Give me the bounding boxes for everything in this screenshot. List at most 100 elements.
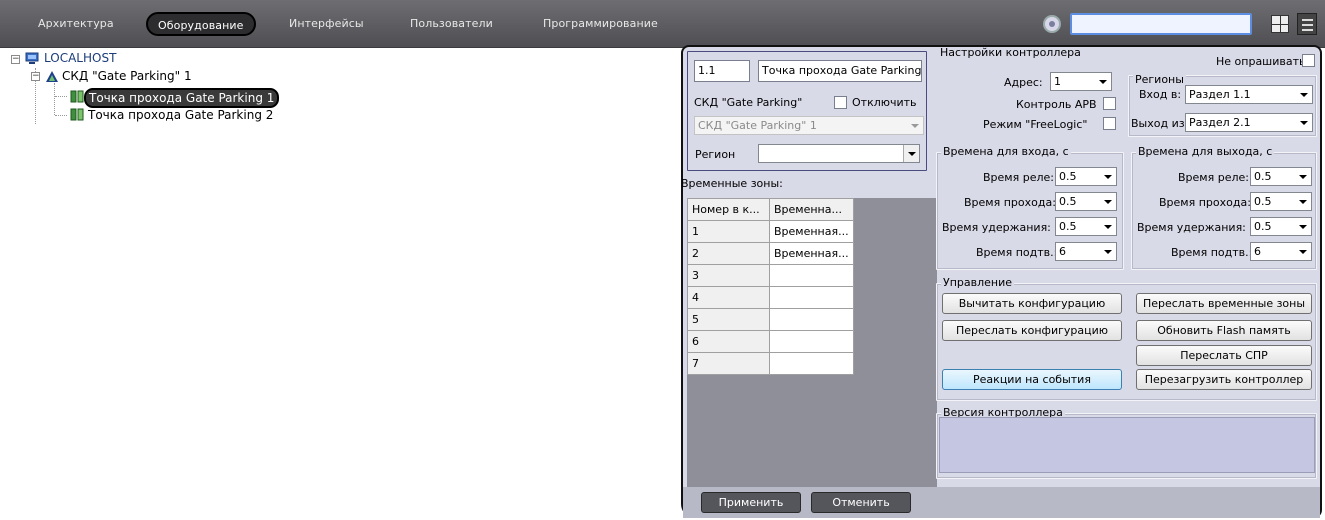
exit-hold-label: Время удержания: xyxy=(1137,221,1246,234)
apply-button[interactable]: Применить xyxy=(701,492,801,513)
settings-panel: 1.1 Точка прохода Gate Parking 1 СКД "Ga… xyxy=(681,45,1322,518)
control-title: Управление xyxy=(941,276,1015,289)
address-label: Адрес: xyxy=(1004,76,1043,89)
exit-times-title: Времена для выхода, с xyxy=(1136,145,1275,158)
send-config-button[interactable]: Переслать конфигурацию xyxy=(942,320,1122,341)
entry-relay-select[interactable]: 0.5 xyxy=(1055,167,1117,186)
collapse-root-icon[interactable]: − xyxy=(11,55,20,64)
entry-pass-label: Время прохода: xyxy=(964,196,1056,209)
settings-icon[interactable] xyxy=(1043,15,1061,33)
zone-value[interactable] xyxy=(769,330,854,353)
entry-hold-label: Время удержания: xyxy=(942,221,1051,234)
footer-bar: Применить Отменить xyxy=(683,487,1320,518)
apb-label: Контроль APB xyxy=(1016,98,1097,111)
menu-item-programming[interactable]: Программирование xyxy=(543,12,658,36)
zone-number: 7 xyxy=(687,352,770,375)
exit-pass-select[interactable]: 0.5 xyxy=(1250,192,1312,211)
point-name-field[interactable]: Точка прохода Gate Parking 1 xyxy=(758,60,922,82)
skd-select[interactable]: СКД "Gate Parking" 1 xyxy=(694,116,924,135)
disable-label: Отключить xyxy=(852,96,917,109)
collapse-controller-icon[interactable]: − xyxy=(31,72,40,81)
table-row[interactable]: 3 xyxy=(687,264,854,287)
region-select[interactable] xyxy=(758,144,920,163)
list-view-icon[interactable] xyxy=(1297,13,1317,35)
entry-region-select[interactable]: Раздел 1.1 xyxy=(1185,85,1313,104)
exit-confirm-select[interactable]: 6 xyxy=(1250,242,1312,261)
table-row[interactable]: 6 xyxy=(687,330,854,353)
exit-relay-label: Время реле: xyxy=(1178,171,1249,184)
tree-node-point-1[interactable]: Точка прохода Gate Parking 1 xyxy=(84,88,280,108)
access-point-icon xyxy=(70,108,84,121)
freelogic-label: Режим "FreeLogic" xyxy=(983,118,1088,131)
tree-node-point-2[interactable]: Точка прохода Gate Parking 2 xyxy=(88,107,273,124)
entry-relay-label: Время реле: xyxy=(983,171,1054,184)
apb-checkbox[interactable] xyxy=(1103,97,1116,110)
zone-value[interactable]: Временная... xyxy=(769,220,854,243)
address-select[interactable]: 1 xyxy=(1050,72,1112,91)
exit-pass-label: Время прохода: xyxy=(1159,196,1251,209)
exit-region-select[interactable]: Раздел 2.1 xyxy=(1185,113,1313,132)
regions-title: Регионы xyxy=(1133,73,1186,86)
entry-confirm-label: Время подтв.: xyxy=(976,246,1058,259)
entry-pass-select[interactable]: 0.5 xyxy=(1055,192,1117,211)
table-row[interactable]: 5 xyxy=(687,308,854,331)
reboot-controller-button[interactable]: Перезагрузить контроллер xyxy=(1136,369,1312,390)
event-reactions-button[interactable]: Реакции на события xyxy=(942,369,1122,390)
read-config-button[interactable]: Вычитать конфигурацию xyxy=(942,293,1122,314)
computer-icon xyxy=(25,52,39,64)
freelogic-checkbox[interactable] xyxy=(1103,117,1116,130)
entry-confirm-select[interactable]: 6 xyxy=(1055,242,1117,261)
zone-number: 5 xyxy=(687,308,770,331)
table-row[interactable]: 2 Временная... xyxy=(687,242,854,265)
zones-table: Номер в к... Временна... 1 Временная... 2… xyxy=(687,198,854,375)
zones-header-zone[interactable]: Временна... xyxy=(769,198,854,221)
table-row[interactable]: 7 xyxy=(687,352,854,375)
zone-value[interactable]: Временная... xyxy=(769,242,854,265)
grid-view-icon[interactable] xyxy=(1271,15,1289,33)
tree-node-localhost[interactable]: LOCALHOST xyxy=(44,50,116,67)
entry-region-label: Вход в: xyxy=(1139,88,1182,101)
exit-hold-select[interactable]: 0.5 xyxy=(1250,217,1312,236)
cancel-button[interactable]: Отменить xyxy=(811,492,911,513)
disable-checkbox[interactable] xyxy=(834,96,847,109)
send-zones-button[interactable]: Переслать временные зоны xyxy=(1136,293,1312,314)
region-label: Регион xyxy=(695,148,736,161)
zone-value[interactable] xyxy=(769,352,854,375)
zone-number: 3 xyxy=(687,264,770,287)
point-id-field[interactable]: 1.1 xyxy=(694,60,750,82)
zone-number: 1 xyxy=(687,220,770,243)
update-flash-button[interactable]: Обновить Flash память xyxy=(1136,320,1312,341)
no-poll-checkbox[interactable] xyxy=(1302,54,1315,67)
skd-controller-icon xyxy=(46,71,58,82)
equipment-tree: − LOCALHOST − СКД "Gate Parking" 1 Точка… xyxy=(8,50,678,520)
search-input[interactable] xyxy=(1070,13,1252,35)
menu-item-interfaces[interactable]: Интерфейсы xyxy=(289,12,364,36)
access-point-icon xyxy=(70,90,84,103)
send-spr-button[interactable]: Переслать СПР xyxy=(1136,345,1312,366)
controller-settings-title: Настройки контроллера xyxy=(940,46,1081,59)
zone-number: 2 xyxy=(687,242,770,265)
no-poll-label: Не опрашивать xyxy=(1216,55,1306,68)
menu-item-architecture[interactable]: Архитектура xyxy=(38,12,114,36)
tree-node-controller[interactable]: СКД "Gate Parking" 1 xyxy=(62,68,192,85)
table-row[interactable]: 4 xyxy=(687,286,854,309)
menu-bar: Архитектура Оборудование Интерфейсы Поль… xyxy=(0,0,1325,48)
exit-confirm-label: Время подтв.: xyxy=(1171,246,1253,259)
zone-value[interactable] xyxy=(769,308,854,331)
zones-table-area: Номер в к... Временна... 1 Временная... 2… xyxy=(687,198,937,488)
zone-value[interactable] xyxy=(769,264,854,287)
entry-times-title: Времена для входа, с xyxy=(941,145,1071,158)
zones-title: Временные зоны: xyxy=(681,177,783,190)
zones-header-number[interactable]: Номер в к... xyxy=(687,198,770,221)
entry-hold-select[interactable]: 0.5 xyxy=(1055,217,1117,236)
zone-value[interactable] xyxy=(769,286,854,309)
exit-region-label: Выход из: xyxy=(1131,117,1189,130)
menu-item-users[interactable]: Пользователи xyxy=(410,12,493,36)
menu-item-equipment[interactable]: Оборудование xyxy=(146,12,256,36)
zone-number: 4 xyxy=(687,286,770,309)
exit-relay-select[interactable]: 0.5 xyxy=(1250,167,1312,186)
version-value xyxy=(939,417,1315,473)
skd-label: СКД "Gate Parking" xyxy=(694,96,803,109)
zone-number: 6 xyxy=(687,330,770,353)
table-row[interactable]: 1 Временная... xyxy=(687,220,854,243)
